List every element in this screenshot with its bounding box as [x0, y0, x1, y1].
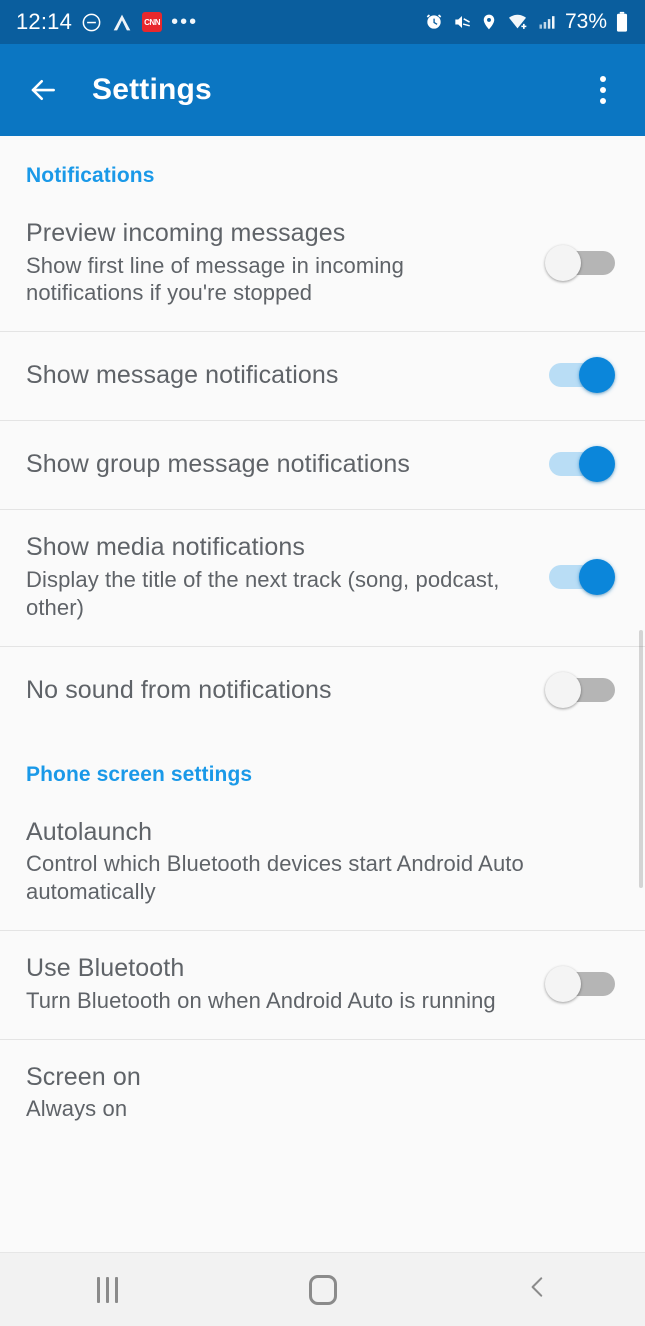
setting-subtitle: Turn Bluetooth on when Android Auto is r…: [26, 987, 496, 1013]
battery-percent-label: 73%: [564, 10, 607, 33]
setting-title: Show message notifications: [26, 361, 339, 390]
toggle-show-media-notifications[interactable]: [545, 559, 619, 596]
row-text: Autolaunch Control which Bluetooth devic…: [26, 817, 619, 906]
wifi-icon: [506, 12, 529, 32]
toggle-thumb: [545, 244, 581, 281]
setting-row-show-message-notifications[interactable]: Show message notifications: [0, 332, 645, 420]
setting-row-preview-incoming-messages[interactable]: Preview incoming messages Show first lin…: [0, 196, 645, 331]
row-text: Screen on Always on: [26, 1062, 619, 1123]
setting-title: No sound from notifications: [26, 675, 332, 704]
setting-title: Autolaunch: [26, 817, 153, 846]
setting-row-screen-on[interactable]: Screen on Always on: [0, 1040, 645, 1147]
setting-row-no-sound-from-notifications[interactable]: No sound from notifications: [0, 647, 645, 735]
status-bar-left: 12:14 CNN •••: [16, 9, 424, 35]
recents-icon: [97, 1276, 118, 1303]
scrollbar-thumb[interactable]: [639, 630, 643, 888]
toggle-thumb: [579, 357, 615, 394]
row-text: Use Bluetooth Turn Bluetooth on when And…: [26, 953, 545, 1014]
toggle-thumb: [545, 965, 581, 1002]
overflow-menu-icon[interactable]: [583, 66, 623, 114]
toggle-show-message-notifications[interactable]: [545, 357, 619, 394]
toggle-show-group-message-notifications[interactable]: [545, 446, 619, 483]
status-bar-right: 73%: [424, 10, 629, 34]
setting-title: Preview incoming messages: [26, 219, 346, 247]
row-text: Preview incoming messages Show first lin…: [26, 218, 545, 307]
row-text: Show media notifications Display the tit…: [26, 532, 545, 621]
volume-muted-icon: [452, 12, 472, 32]
nav-home-button[interactable]: [215, 1253, 430, 1326]
app-bar: Settings: [0, 44, 645, 136]
settings-list[interactable]: Notifications Preview incoming messages …: [0, 136, 645, 1252]
location-icon: [480, 12, 498, 32]
setting-title: Show group message notifications: [26, 450, 410, 479]
setting-row-show-media-notifications[interactable]: Show media notifications Display the tit…: [0, 510, 645, 645]
setting-subtitle: Control which Bluetooth devices start An…: [26, 851, 524, 905]
system-navigation-bar: [0, 1252, 645, 1326]
do-not-disturb-icon: [81, 12, 102, 33]
setting-title: Show media notifications: [26, 533, 305, 562]
setting-title: Screen on: [26, 1062, 141, 1091]
setting-row-show-group-message-notifications[interactable]: Show group message notifications: [0, 421, 645, 509]
cnn-app-icon: CNN: [142, 12, 163, 32]
back-arrow-icon[interactable]: [22, 69, 64, 111]
toggle-thumb: [579, 559, 615, 596]
status-bar: 12:14 CNN ••• 73%: [0, 0, 645, 44]
battery-icon: [615, 11, 629, 33]
toggle-thumb: [545, 671, 581, 708]
status-bar-clock: 12:14: [16, 9, 73, 34]
nav-back-button[interactable]: [430, 1253, 645, 1326]
row-text: No sound from notifications: [26, 675, 545, 706]
setting-title: Use Bluetooth: [26, 954, 185, 983]
toggle-thumb: [579, 446, 615, 483]
cellular-signal-icon: [537, 12, 557, 32]
section-header-notifications: Notifications: [26, 164, 155, 187]
setting-row-use-bluetooth[interactable]: Use Bluetooth Turn Bluetooth on when And…: [0, 931, 645, 1038]
setting-subtitle: Show first line of message in incoming n…: [26, 252, 404, 306]
toggle-preview-incoming-messages[interactable]: [545, 244, 619, 281]
toggle-no-sound-from-notifications[interactable]: [545, 671, 619, 708]
row-text: Show message notifications: [26, 360, 545, 391]
setting-row-autolaunch[interactable]: Autolaunch Control which Bluetooth devic…: [0, 795, 645, 930]
more-notifications-icon: •••: [171, 11, 199, 33]
page-title: Settings: [92, 73, 212, 106]
setting-subtitle: Always on: [26, 1096, 128, 1122]
row-text: Show group message notifications: [26, 449, 545, 480]
android-auto-icon: [111, 12, 133, 33]
alarm-icon: [424, 12, 444, 32]
setting-subtitle: Display the title of the next track (son…: [26, 566, 500, 620]
nav-recents-button[interactable]: [0, 1253, 215, 1326]
toggle-use-bluetooth[interactable]: [545, 965, 619, 1002]
home-icon: [308, 1274, 337, 1305]
back-chevron-icon: [525, 1272, 551, 1307]
section-header-phone-screen-settings: Phone screen settings: [26, 762, 253, 786]
